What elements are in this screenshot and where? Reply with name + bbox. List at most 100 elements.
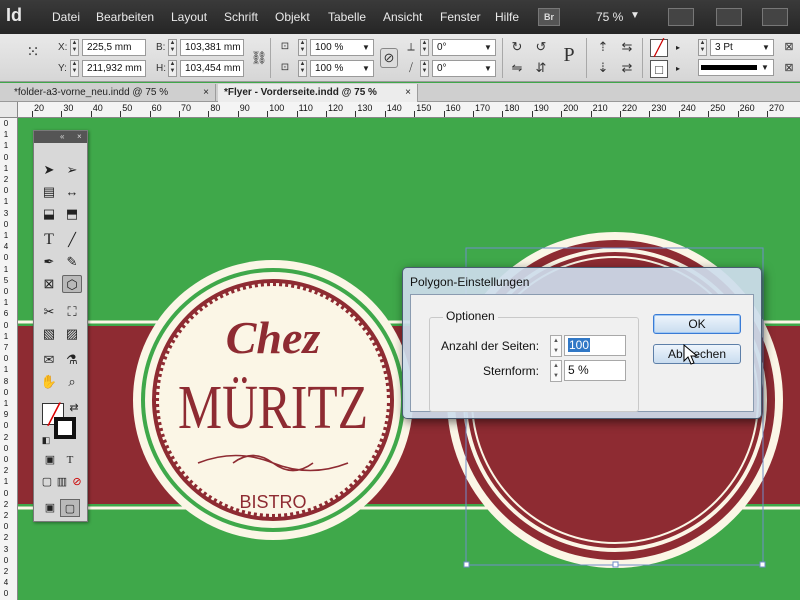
zoom-level[interactable]: 75 % <box>596 10 623 24</box>
b-stepper[interactable]: ▲ ▼ <box>168 39 177 56</box>
default-colors-icon[interactable]: ◧ <box>36 431 56 449</box>
constrain-proportions-icon[interactable]: ⛓ <box>250 49 268 67</box>
type-tool-icon[interactable]: T <box>39 231 59 249</box>
tab-flyer[interactable]: *Flyer - Vorderseite.indd @ 75 % × <box>218 84 418 102</box>
rotate-cw-icon[interactable]: ↻ <box>508 38 526 56</box>
reference-point-icon[interactable]: ⁙ <box>24 44 42 62</box>
menu-bearbeiten[interactable]: Bearbeiten <box>96 10 154 24</box>
ruler-origin[interactable] <box>0 102 18 118</box>
scale-x-stepper[interactable]: ▲ ▼ <box>298 39 307 56</box>
fill-none-swatch[interactable]: ╱ <box>650 39 668 57</box>
menu-tabelle[interactable]: Tabelle <box>328 10 366 24</box>
chevron-down-icon[interactable]: ▼ <box>760 40 772 55</box>
height-field[interactable]: 103,454 mm <box>180 60 244 77</box>
rotate-stepper[interactable]: ▲ ▼ <box>420 39 429 56</box>
preview-mode-icon[interactable]: ▢ <box>60 499 80 517</box>
zoom-tool-icon[interactable]: ⌕ <box>62 373 82 391</box>
constrain-scale-icon[interactable]: ⊘ <box>380 48 398 68</box>
star-inset-field[interactable]: 5 % <box>564 360 626 381</box>
close-icon[interactable]: × <box>203 84 209 102</box>
pencil-tool-icon[interactable]: ✎ <box>62 253 82 271</box>
menu-fenster[interactable]: Fenster <box>440 10 481 24</box>
shear-stepper[interactable]: ▲ ▼ <box>420 60 429 77</box>
flip-indicator-icon: P <box>563 44 575 66</box>
sides-field[interactable]: 100 <box>564 335 626 356</box>
tools-panel-header[interactable]: « × <box>34 131 87 143</box>
formatting-text-icon[interactable]: T <box>60 451 80 469</box>
rectangle-frame-tool-icon[interactable]: ⊠ <box>39 275 59 293</box>
chevron-down-icon[interactable]: ▼ <box>482 40 494 55</box>
hand-tool-icon[interactable]: ✋ <box>39 373 59 391</box>
effects-icon[interactable]: ⊠ <box>780 59 798 77</box>
ruler-tick-label: 7 <box>3 343 9 352</box>
select-previous-icon[interactable]: ⇆ <box>618 38 636 56</box>
formatting-container-icon[interactable]: ▣ <box>40 451 60 469</box>
chevron-down-icon[interactable]: ▼ <box>630 10 640 21</box>
flip-vertical-icon[interactable]: ⇵ <box>532 59 550 77</box>
arrange-documents-icon[interactable] <box>762 8 788 26</box>
selection-handle[interactable] <box>612 561 619 568</box>
scissors-tool-icon[interactable]: ✂ <box>39 303 59 321</box>
effects-icon[interactable]: ⊠ <box>780 38 798 56</box>
x-field[interactable]: 225,5 mm <box>82 39 146 56</box>
page-tool-icon[interactable]: ▤ <box>39 183 59 201</box>
screen-mode-icon[interactable] <box>716 8 742 26</box>
menu-schrift[interactable]: Schrift <box>224 10 258 24</box>
eyedropper-tool-icon[interactable]: ⚗ <box>62 351 82 369</box>
bridge-button[interactable]: Br <box>538 8 560 26</box>
close-icon[interactable]: × <box>405 84 411 102</box>
line-tool-icon[interactable]: ╱ <box>62 231 82 249</box>
gap-tool-icon[interactable]: ↔ <box>62 183 82 201</box>
chevron-right-icon[interactable]: ▸ <box>672 40 684 55</box>
selection-handle[interactable] <box>463 561 470 568</box>
content-collector-icon[interactable]: ⬓ <box>39 205 59 223</box>
tab-folder-a3[interactable]: *folder-a3-vorne_neu.indd @ 75 % × <box>8 84 216 102</box>
selection-tool-icon[interactable]: ➤ <box>39 161 59 179</box>
gradient-feather-tool-icon[interactable]: ▨ <box>62 325 82 343</box>
vertical-ruler[interactable]: 0110120130140150160170180190200210220230… <box>0 102 18 600</box>
collapse-icon[interactable]: « <box>60 131 64 143</box>
chevron-down-icon[interactable]: ▼ <box>759 60 771 75</box>
menu-ansicht[interactable]: Ansicht <box>383 10 422 24</box>
select-container-icon[interactable]: ⇡ <box>594 38 612 56</box>
close-icon[interactable]: × <box>77 131 82 143</box>
chevron-down-icon[interactable]: ▼ <box>482 61 494 76</box>
y-stepper[interactable]: ▲ ▼ <box>70 60 79 77</box>
flip-horizontal-icon[interactable]: ⇋ <box>508 59 526 77</box>
gradient-swatch-tool-icon[interactable]: ▧ <box>39 325 59 343</box>
stroke-weight-stepper[interactable]: ▲ ▼ <box>698 39 707 56</box>
chevron-right-icon[interactable]: ▸ <box>672 61 684 76</box>
stroke-swatch[interactable]: □ <box>650 60 668 78</box>
select-content-icon[interactable]: ⇣ <box>594 59 612 77</box>
menu-hilfe[interactable]: Hilfe <box>495 10 519 24</box>
horizontal-ruler[interactable]: 20 30 40 50 60 70 80 90 100 110 120 130 140 150 160 170… <box>18 102 800 118</box>
h-stepper[interactable]: ▲ ▼ <box>168 60 177 77</box>
y-field[interactable]: 211,932 mm <box>82 60 146 77</box>
sides-stepper[interactable]: ▲ ▼ <box>550 335 562 357</box>
menu-datei[interactable]: Datei <box>52 10 80 24</box>
stroke-swatch[interactable] <box>54 417 76 439</box>
view-options-icon[interactable] <box>668 8 694 26</box>
free-transform-tool-icon[interactable]: ⛶ <box>62 303 82 321</box>
chevron-down-icon[interactable]: ▼ <box>360 61 372 76</box>
selection-handle[interactable] <box>759 561 766 568</box>
star-inset-stepper[interactable]: ▲ ▼ <box>550 360 562 382</box>
normal-view-icon[interactable]: ▣ <box>40 499 60 517</box>
scale-y-stepper[interactable]: ▲ ▼ <box>298 60 307 77</box>
direct-selection-tool-icon[interactable]: ➢ <box>62 161 82 179</box>
polygon-tool-icon[interactable]: ⬡ <box>62 275 82 293</box>
rotate-ccw-icon[interactable]: ↺ <box>532 38 550 56</box>
apply-none-icon[interactable]: ⊘ <box>67 473 87 491</box>
ok-button[interactable]: OK <box>653 314 741 334</box>
width-field[interactable]: 103,381 mm <box>180 39 244 56</box>
select-next-icon[interactable]: ⇄ <box>618 59 636 77</box>
chevron-down-icon[interactable]: ▼ <box>360 40 372 55</box>
swap-colors-icon[interactable]: ⇄ <box>64 399 84 417</box>
menu-objekt[interactable]: Objekt <box>275 10 310 24</box>
menu-layout[interactable]: Layout <box>171 10 207 24</box>
x-stepper[interactable]: ▲ ▼ <box>70 39 79 56</box>
stroke-type-select[interactable]: ▼ <box>698 59 774 76</box>
pen-tool-icon[interactable]: ✒ <box>39 253 59 271</box>
content-placer-icon[interactable]: ⬒ <box>62 205 82 223</box>
note-tool-icon[interactable]: ✉ <box>39 351 59 369</box>
